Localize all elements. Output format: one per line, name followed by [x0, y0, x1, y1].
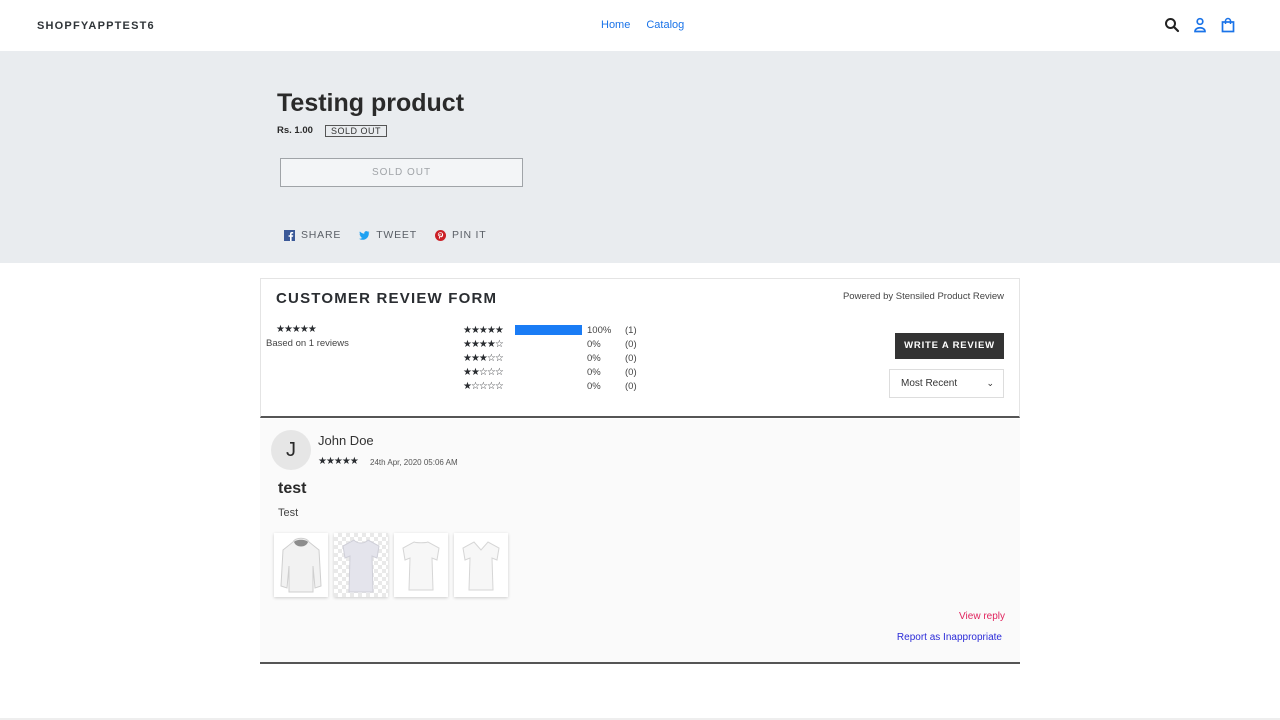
- review-count-text: Based on 1 reviews: [266, 338, 349, 349]
- rating-row-stars: ★★★☆☆: [463, 352, 504, 364]
- store-logo[interactable]: SHOPFYAPPTEST6: [37, 20, 155, 32]
- review-date: 24th Apr, 2020 05:06 AM: [370, 458, 458, 467]
- rating-bar: [515, 367, 582, 377]
- review-body: Test: [278, 507, 299, 519]
- share-facebook-button[interactable]: SHARE: [284, 229, 341, 241]
- average-rating-stars: ★★★★★: [276, 324, 317, 335]
- rating-bar: [515, 381, 582, 391]
- sold-out-button[interactable]: SOLD OUT: [280, 158, 523, 187]
- rating-row: ★★★☆☆ 0% (0): [463, 351, 637, 365]
- rating-count: (0): [625, 352, 637, 364]
- cart-icon[interactable]: [1220, 17, 1236, 33]
- rating-row: ★★☆☆☆ 0% (0): [463, 365, 637, 379]
- sort-selected-value: Most Recent: [901, 378, 958, 389]
- sort-select[interactable]: Most Recent ⌄: [889, 369, 1004, 398]
- chevron-down-icon: ⌄: [986, 378, 994, 388]
- rating-count: (1): [625, 324, 637, 336]
- sold-out-badge: SOLD OUT: [325, 125, 388, 137]
- pin-label: PIN IT: [451, 229, 487, 241]
- view-reply-link[interactable]: View reply: [959, 611, 1005, 622]
- rating-row: ★☆☆☆☆ 0% (0): [463, 379, 637, 393]
- product-price: Rs. 1.00: [277, 125, 313, 136]
- product-section: Testing product Rs. 1.00 SOLD OUT SOLD O…: [0, 51, 1280, 263]
- rating-bar: [515, 353, 582, 363]
- rating-row-stars: ★★★★☆: [463, 338, 504, 350]
- share-twitter-button[interactable]: TWEET: [359, 229, 417, 241]
- tshirt-front-image[interactable]: [334, 533, 388, 597]
- rating-count: (0): [625, 338, 637, 350]
- review-summary: CUSTOMER REVIEW FORM Powered by Stensile…: [260, 278, 1020, 418]
- main-nav: Home Catalog: [601, 19, 684, 31]
- rating-percent: 0%: [587, 352, 601, 364]
- powered-by-text: Powered by Stensiled Product Review: [842, 291, 1004, 302]
- hoodie-front-image[interactable]: [274, 533, 328, 597]
- review-item: J John Doe ★★★★★ 24th Apr, 2020 05:06 AM…: [260, 419, 1020, 664]
- rating-row-stars: ★★★★★: [463, 324, 504, 336]
- nav-home-link[interactable]: Home: [601, 19, 630, 31]
- facebook-icon: [284, 229, 295, 241]
- search-icon[interactable]: [1164, 17, 1180, 33]
- product-title: Testing product: [277, 89, 465, 117]
- nav-catalog-link[interactable]: Catalog: [646, 19, 684, 31]
- rating-percent: 0%: [587, 338, 601, 350]
- review-author: John Doe: [318, 433, 374, 448]
- rating-row: ★★★★☆ 0% (0): [463, 337, 637, 351]
- pinterest-icon: [434, 229, 446, 241]
- rating-count: (0): [625, 380, 637, 392]
- tweet-label: TWEET: [376, 229, 417, 241]
- rating-distribution: ★★★★★ 100% (1) ★★★★☆ 0% (0) ★★★☆☆ 0% (0) ★★☆☆☆ 0% (…: [463, 323, 637, 393]
- rating-bar-fill: [515, 325, 582, 335]
- review-rating-stars: ★★★★★: [318, 456, 359, 467]
- social-share: SHARE TWEET PIN IT: [284, 229, 487, 241]
- rating-percent: 0%: [587, 366, 601, 378]
- tshirt-back-image[interactable]: [394, 533, 448, 597]
- review-form-heading: CUSTOMER REVIEW FORM: [276, 290, 498, 307]
- rating-row-stars: ★★☆☆☆: [463, 366, 504, 378]
- rating-row: ★★★★★ 100% (1): [463, 323, 637, 337]
- review-images: [274, 533, 508, 597]
- rating-bar: [515, 339, 582, 349]
- avatar: J: [271, 430, 311, 470]
- twitter-icon: [359, 230, 370, 240]
- rating-percent: 0%: [587, 380, 601, 392]
- site-header: SHOPFYAPPTEST6 Home Catalog: [0, 0, 1280, 51]
- header-icons: [1164, 17, 1236, 33]
- share-label: SHARE: [301, 229, 342, 241]
- rating-bar: [515, 325, 582, 335]
- rating-count: (0): [625, 366, 637, 378]
- vneck-tshirt-image[interactable]: [454, 533, 508, 597]
- account-icon[interactable]: [1192, 17, 1208, 33]
- review-title: test: [278, 480, 307, 497]
- rating-percent: 100%: [587, 324, 612, 336]
- write-review-button[interactable]: WRITE A REVIEW: [895, 333, 1004, 359]
- report-inappropriate-link[interactable]: Report as Inappropriate: [897, 632, 1002, 643]
- rating-row-stars: ★☆☆☆☆: [463, 380, 504, 392]
- share-pinterest-button[interactable]: PIN IT: [434, 229, 487, 241]
